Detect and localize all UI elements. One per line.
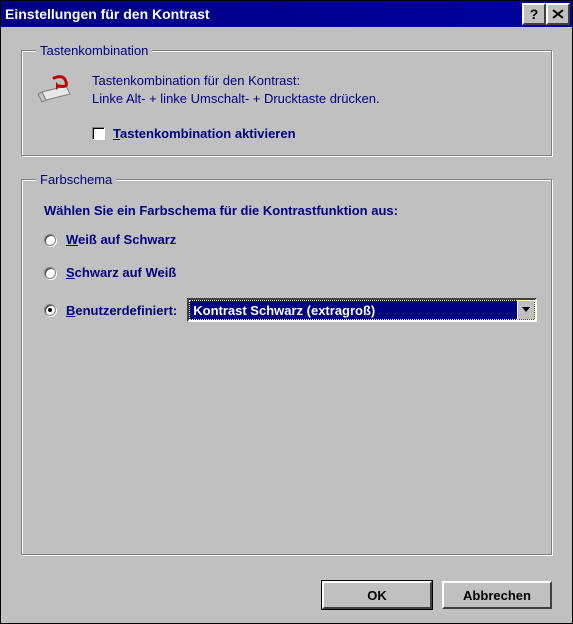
radio-custom-row: Benutzerdefiniert: Kontrast Schwarz (ext…: [44, 298, 537, 322]
dropdown-value: Kontrast Schwarz (extragroß): [189, 300, 517, 320]
radio-label: Benutzerdefiniert:: [66, 303, 177, 318]
shortcut-line1: Tastenkombination für den Kontrast:: [92, 72, 380, 90]
scheme-dropdown[interactable]: Kontrast Schwarz (extragroß): [187, 298, 537, 322]
radio-icon: [44, 267, 56, 279]
group-shortcut: Tastenkombination Tastenkombination für …: [21, 43, 552, 156]
group-colorscheme-legend: Farbschema: [36, 172, 116, 187]
shortcut-description: Tastenkombination für den Kontrast: Link…: [92, 72, 380, 108]
checkbox-icon: [92, 127, 105, 140]
activate-shortcut-checkbox[interactable]: Tastenkombination aktivieren: [92, 126, 537, 141]
group-shortcut-legend: Tastenkombination: [36, 43, 152, 58]
close-icon: [552, 6, 564, 22]
button-label: Abbrechen: [463, 588, 531, 603]
close-button[interactable]: [546, 3, 570, 25]
group-colorscheme: Farbschema Wählen Sie ein Farbschema für…: [21, 172, 552, 555]
titlebar-buttons: ?: [520, 1, 572, 27]
help-button[interactable]: ?: [522, 3, 546, 25]
radio-black-on-white[interactable]: Schwarz auf Weiß: [44, 265, 537, 280]
cancel-button[interactable]: Abbrechen: [442, 581, 552, 609]
ok-button[interactable]: OK: [322, 581, 432, 609]
dialog-buttons: OK Abbrechen: [21, 581, 552, 609]
radio-label: Weiß auf Schwarz: [66, 232, 176, 247]
keyboard-shortcut-icon: [36, 72, 76, 108]
dialog-window: Einstellungen für den Kontrast ? Tastenk…: [0, 0, 573, 624]
checkbox-label: Tastenkombination aktivieren: [113, 126, 296, 141]
help-icon: ?: [530, 6, 539, 22]
radio-custom[interactable]: Benutzerdefiniert:: [44, 303, 177, 318]
shortcut-row: Tastenkombination für den Kontrast: Link…: [36, 72, 537, 108]
scheme-prompt: Wählen Sie ein Farbschema für die Kontra…: [44, 203, 537, 218]
radio-white-on-black[interactable]: Weiß auf Schwarz: [44, 232, 537, 247]
radio-icon: [44, 304, 56, 316]
radio-icon: [44, 234, 56, 246]
button-label: OK: [367, 588, 387, 603]
shortcut-line2: Linke Alt- + linke Umschalt- + Drucktast…: [92, 90, 380, 108]
dialog-content: Tastenkombination Tastenkombination für …: [1, 27, 572, 623]
window-title: Einstellungen für den Kontrast: [5, 6, 520, 22]
chevron-down-icon: [517, 300, 535, 320]
radio-label: Schwarz auf Weiß: [66, 265, 176, 280]
titlebar: Einstellungen für den Kontrast ?: [1, 1, 572, 27]
